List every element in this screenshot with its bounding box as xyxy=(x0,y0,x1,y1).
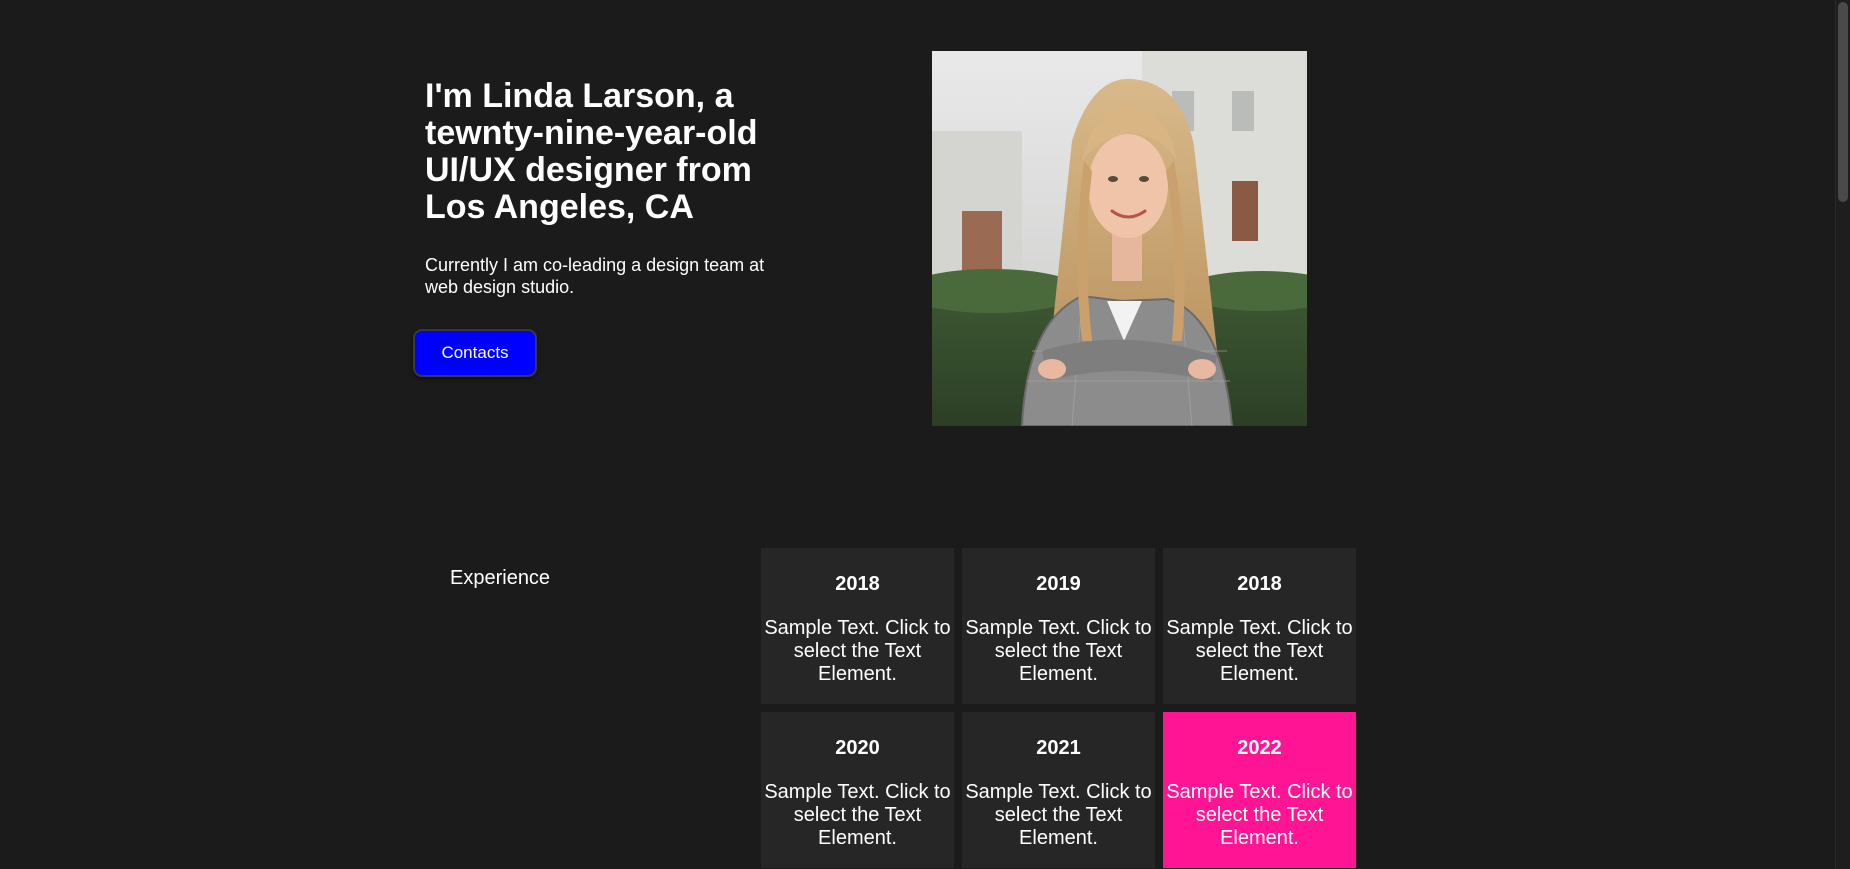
experience-card-highlighted[interactable]: 2022 Sample Text. Click to select the Te… xyxy=(1163,712,1356,868)
experience-card[interactable]: 2020 Sample Text. Click to select the Te… xyxy=(761,712,954,868)
experience-card[interactable]: 2021 Sample Text. Click to select the Te… xyxy=(962,712,1155,868)
experience-heading: Experience xyxy=(450,567,551,589)
card-year: 2021 xyxy=(1036,737,1081,759)
card-text: Sample Text. Click to select the Text El… xyxy=(1166,617,1353,685)
contacts-button[interactable]: Contacts xyxy=(413,329,537,377)
hero-title: I'm Linda Larson, a tewnty-nine-year-old… xyxy=(425,77,758,226)
scrollbar-thumb[interactable] xyxy=(1838,2,1848,202)
card-year: 2020 xyxy=(835,737,880,759)
card-year: 2019 xyxy=(1036,573,1081,595)
card-text: Sample Text. Click to select the Text El… xyxy=(1166,781,1353,849)
hero-subtitle: Currently I am co-leading a design team … xyxy=(425,255,765,297)
card-text: Sample Text. Click to select the Text El… xyxy=(965,781,1152,849)
card-text: Sample Text. Click to select the Text El… xyxy=(764,781,951,849)
page: I'm Linda Larson, a tewnty-nine-year-old… xyxy=(0,0,1850,869)
experience-card[interactable]: 2019 Sample Text. Click to select the Te… xyxy=(962,548,1155,704)
card-year: 2018 xyxy=(835,573,880,595)
card-year: 2018 xyxy=(1237,573,1282,595)
portrait-image xyxy=(932,51,1307,426)
experience-card[interactable]: 2018 Sample Text. Click to select the Te… xyxy=(1163,548,1356,704)
card-year: 2022 xyxy=(1237,737,1282,759)
card-text: Sample Text. Click to select the Text El… xyxy=(965,617,1152,685)
experience-grid: 2018 Sample Text. Click to select the Te… xyxy=(761,548,1358,868)
experience-card[interactable]: 2018 Sample Text. Click to select the Te… xyxy=(761,548,954,704)
card-text: Sample Text. Click to select the Text El… xyxy=(764,617,951,685)
vertical-scrollbar[interactable] xyxy=(1835,0,1850,869)
